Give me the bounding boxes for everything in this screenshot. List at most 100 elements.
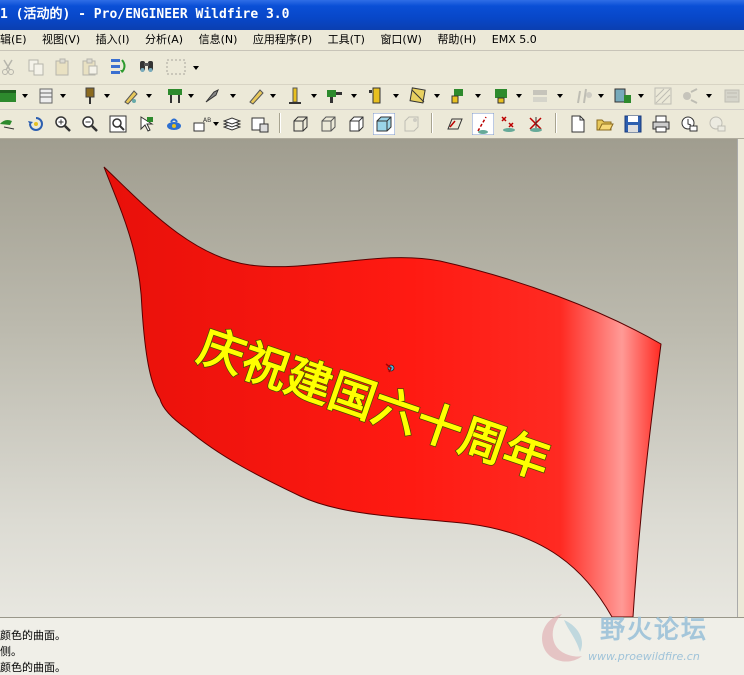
toolbar-separator [279,113,281,133]
view-manager-icon[interactable] [251,115,269,133]
find-binoculars-icon[interactable] [138,57,156,75]
rib-icon[interactable] [531,87,549,105]
email-icon[interactable] [680,115,698,133]
extrude-icon[interactable] [287,87,305,105]
toolbar-separator [431,113,433,133]
dropdown-arrow[interactable] [60,94,66,98]
layer-tree-icon[interactable] [223,115,241,133]
datum-points-display-icon[interactable] [500,115,518,133]
zoom-in-icon[interactable] [54,115,72,133]
message-line: 颜色的曲面。 [0,629,66,642]
new-file-icon[interactable] [569,115,587,133]
spin-icon[interactable] [0,115,18,133]
hidden-line-display-icon[interactable] [319,115,337,133]
save-icon[interactable] [624,115,642,133]
datum-planes-display-icon[interactable] [446,115,464,133]
dropdown-arrow[interactable] [270,94,276,98]
shell-icon[interactable] [492,87,510,105]
menu-info[interactable]: 信息(N) [193,30,244,50]
toolbar-view: AB [0,110,744,139]
flag-model: 庆祝建国六十周年 [103,166,662,617]
dropdown-arrow[interactable] [393,94,399,98]
dropdown-arrow[interactable] [598,94,604,98]
merge-icon[interactable] [723,87,741,105]
open-folder-icon[interactable] [596,115,614,133]
datum-point-icon[interactable] [82,87,100,105]
regenerate-icon[interactable] [110,57,128,75]
cut-icon[interactable] [0,58,18,76]
coordinate-systems-display-icon[interactable] [527,115,545,133]
datum-plane-icon[interactable] [0,87,18,105]
dropdown-arrow[interactable] [22,94,28,98]
datum-axes-display-icon[interactable] [472,113,494,135]
menu-insert[interactable]: 插入(I) [90,30,136,50]
title-bar: 1 (活动的) - Pro/ENGINEER Wildfire 3.0 [0,0,744,30]
message-line: 颜色的曲面。 [0,661,66,674]
menu-help[interactable]: 帮助(H) [431,30,482,50]
menu-edit[interactable]: 辑(E) [0,30,33,50]
svg-text:AB: AB [203,117,211,124]
right-scroll-strip[interactable] [737,139,744,617]
revolve-icon[interactable] [326,87,344,105]
close-window-icon[interactable] [708,115,726,133]
paste-icon[interactable] [54,58,72,76]
analysis-feature-icon[interactable] [204,87,222,105]
dropdown-arrow[interactable] [104,94,110,98]
dropdown-arrow[interactable] [188,94,194,98]
watermark-url: www.proewildfire.cn [588,650,700,663]
toolbar-edit [0,51,744,85]
dropdown-arrow[interactable] [213,122,219,126]
blend-icon[interactable] [409,87,427,105]
paste-special-icon[interactable] [81,58,99,76]
print-icon[interactable] [652,115,670,133]
zoom-out-icon[interactable] [81,115,99,133]
round-icon[interactable] [614,87,632,105]
window-title: 1 (活动的) - Pro/ENGINEER Wildfire 3.0 [0,7,290,22]
dropdown-arrow[interactable] [146,94,152,98]
no-hidden-display-icon[interactable] [347,115,365,133]
dropdown-arrow[interactable] [706,94,712,98]
mirror-icon[interactable] [681,87,699,105]
model-tree-display-icon[interactable] [402,115,420,133]
coordinate-system-icon[interactable] [166,87,184,105]
dropdown-arrow[interactable] [434,94,440,98]
menu-view[interactable]: 视图(V) [36,30,86,50]
select-dropdown-arrow[interactable] [193,66,199,70]
forum-watermark: 野火论坛 www.proewildfire.cn [530,606,744,674]
datum-axis-icon[interactable] [37,87,55,105]
layers-icon[interactable]: AB [193,115,211,133]
dropdown-arrow[interactable] [475,94,481,98]
shading-display-icon[interactable] [373,113,395,135]
copy-icon[interactable] [27,58,45,76]
menu-analysis[interactable]: 分析(A) [139,30,189,50]
dropdown-arrow[interactable] [557,94,563,98]
wireframe-display-icon[interactable] [291,115,309,133]
message-line: 侧。 [0,645,22,658]
sketch-tool-icon[interactable] [122,87,140,105]
reorient-icon[interactable] [137,115,155,133]
pattern-icon[interactable] [654,87,672,105]
watermark-logo-icon [542,614,583,662]
refit-icon[interactable] [109,115,127,133]
dropdown-arrow[interactable] [638,94,644,98]
pencil-tool-icon[interactable] [247,87,265,105]
dropdown-arrow[interactable] [516,94,522,98]
menu-bar: 辑(E) 视图(V) 插入(I) 分析(A) 信息(N) 应用程序(P) 工具(… [0,30,744,51]
sweep-icon[interactable] [368,87,386,105]
menu-tools[interactable]: 工具(T) [322,30,371,50]
dropdown-arrow[interactable] [230,94,236,98]
saved-views-icon[interactable] [165,115,183,133]
graphics-viewport[interactable]: 庆祝建国六十周年 [0,139,744,617]
menu-applications[interactable]: 应用程序(P) [247,30,318,50]
dropdown-arrow[interactable] [311,94,317,98]
toolbar-separator [555,113,557,133]
hole-icon[interactable] [450,87,468,105]
toolbar-features [0,85,744,109]
dropdown-arrow[interactable] [351,94,357,98]
draft-icon[interactable] [575,87,593,105]
select-box-icon[interactable] [165,56,187,78]
menu-emx[interactable]: EMX 5.0 [486,30,543,50]
menu-window[interactable]: 窗口(W) [374,30,427,50]
repaint-icon[interactable] [27,115,45,133]
watermark-title: 野火论坛 [600,615,709,644]
